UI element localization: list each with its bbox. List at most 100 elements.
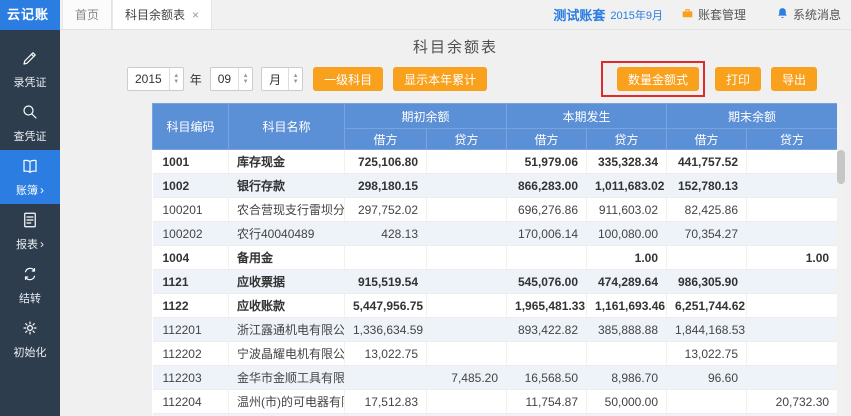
spinner-arrows-icon[interactable]: ▲▼ — [169, 68, 183, 90]
account-code-cell: 112203 — [153, 366, 229, 390]
table-row[interactable]: 1121应收票据915,519.54545,076.00474,289.6498… — [153, 270, 838, 294]
amount-cell: 1,011,683.02 — [587, 174, 667, 198]
sidebar-item-voucher-entry[interactable]: 录凭证 — [0, 42, 60, 96]
amount-cell: 51,979.06 — [507, 150, 587, 174]
show-ytd-button[interactable]: 显示本年累计 — [393, 67, 487, 91]
table-row[interactable]: 112202宁波晶耀电机有限公司13,022.7513,022.75 — [153, 342, 838, 366]
annotation-highlight-box: 数量金额式 — [601, 61, 705, 97]
amount-cell: 725,106.80 — [345, 150, 427, 174]
table-row[interactable]: 112203金华市金顺工具有限公司7,485.2016,568.508,986.… — [153, 366, 838, 390]
account-set-name[interactable]: 测试账套 — [553, 5, 605, 24]
amount-cell: 7,485.20 — [427, 366, 507, 390]
account-code-cell: 112204 — [153, 390, 229, 414]
col-header-current: 本期发生 — [507, 104, 667, 129]
spinner-arrows-icon[interactable]: ▲▼ — [288, 68, 302, 90]
tab-label: 科目余额表 — [125, 6, 185, 23]
account-code-cell: 112201 — [153, 318, 229, 342]
amount-cell — [747, 318, 838, 342]
sidebar-item-carryover[interactable]: 结转 — [0, 258, 60, 312]
table-row[interactable]: 112201浙江露通机电有限公司1,336,634.59893,422.8238… — [153, 318, 838, 342]
col-header-debit: 借方 — [507, 129, 587, 150]
sidebar-item-voucher-search[interactable]: 查凭证 — [0, 96, 60, 150]
sidebar-item-label: 查凭证 — [14, 128, 47, 144]
amount-cell: 474,289.64 — [587, 270, 667, 294]
amount-cell — [747, 366, 838, 390]
col-header-debit: 借方 — [667, 129, 747, 150]
amount-cell: 696,276.86 — [507, 198, 587, 222]
close-icon[interactable]: × — [192, 8, 199, 22]
col-header-credit: 贷方 — [587, 129, 667, 150]
table-row[interactable]: 1004备用金1.001.00 — [153, 246, 838, 270]
col-header-credit: 贷方 — [427, 129, 507, 150]
amount-cell — [747, 198, 838, 222]
toolbar: 2015 ▲▼ 年 09 ▲▼ 月 ▲▼ 一级科目 显示本年累计 数量金额式 — [127, 61, 817, 97]
amount-cell: 100,080.00 — [587, 222, 667, 246]
year-label: 年 — [190, 71, 202, 88]
month-spinner[interactable]: 09 ▲▼ — [210, 67, 253, 91]
table-row[interactable]: 100202农行40040489428.13170,006.14100,080.… — [153, 222, 838, 246]
report-icon — [21, 211, 39, 232]
amount-cell: 70,354.27 — [667, 222, 747, 246]
account-name-cell: 宁波晶耀电机有限公司 — [229, 342, 345, 366]
col-header-closing: 期末余额 — [667, 104, 838, 129]
amount-cell — [747, 342, 838, 366]
table-scrollbar[interactable] — [837, 103, 845, 416]
amount-cell: 385,888.88 — [587, 318, 667, 342]
account-name-cell: 浙江露通机电有限公司 — [229, 318, 345, 342]
scrollbar-thumb[interactable] — [837, 150, 845, 184]
sidebar-item-ledger[interactable]: 账簿› — [0, 150, 60, 204]
amount-cell — [345, 246, 427, 270]
sidebar-item-label: 报表 — [16, 236, 38, 252]
topbar-right: 测试账套 2015年9月 账套管理 系统消息 — [553, 0, 851, 29]
export-button[interactable]: 导出 — [771, 67, 817, 91]
table-row[interactable]: 100201农合营现支行雷坝分理处297,752.02696,276.86911… — [153, 198, 838, 222]
balance-table: 科目编码 科目名称 期初余额 本期发生 期末余额 借方 贷方 借方 贷方 借方 — [152, 103, 845, 416]
amount-cell: 1.00 — [587, 246, 667, 270]
account-code-cell: 1004 — [153, 246, 229, 270]
table-row[interactable]: 1002银行存款298,180.15866,283.001,011,683.02… — [153, 174, 838, 198]
spinner-arrows-icon[interactable]: ▲▼ — [238, 68, 252, 90]
account-manage-label: 账套管理 — [698, 6, 746, 23]
system-message-link[interactable]: 系统消息 — [776, 6, 841, 23]
briefcase-icon — [681, 7, 694, 23]
qty-amount-format-button[interactable]: 数量金额式 — [617, 67, 699, 91]
tab-subject-balance[interactable]: 科目余额表 × — [112, 0, 212, 29]
table-row[interactable]: 112204温州(市)的可电器有限公司17,512.8311,754.8750,… — [153, 390, 838, 414]
amount-cell — [747, 174, 838, 198]
chevron-right-icon: › — [40, 184, 44, 196]
amount-cell: 911,603.02 — [587, 198, 667, 222]
topbar: 首页 科目余额表 × 测试账套 2015年9月 账套管理 — [60, 0, 851, 30]
amount-cell: 11,754.87 — [507, 390, 587, 414]
amount-cell: 20,732.30 — [747, 390, 838, 414]
amount-cell: 1.00 — [747, 246, 838, 270]
app-window: 云记账 录凭证 查凭证 账簿› — [0, 0, 851, 416]
level-filter-button[interactable]: 一级科目 — [313, 67, 383, 91]
table-row[interactable]: 1001库存现金725,106.8051,979.06335,328.34441… — [153, 150, 838, 174]
amount-cell — [427, 222, 507, 246]
year-value: 2015 — [128, 68, 169, 90]
amount-cell — [507, 342, 587, 366]
amount-cell: 13,022.75 — [667, 342, 747, 366]
amount-cell: 16,568.50 — [507, 366, 587, 390]
amount-cell: 893,422.82 — [507, 318, 587, 342]
print-button[interactable]: 打印 — [715, 67, 761, 91]
amount-cell: 1,844,168.53 — [667, 318, 747, 342]
col-header-debit: 借方 — [345, 129, 427, 150]
account-code-cell: 112202 — [153, 342, 229, 366]
amount-cell — [427, 390, 507, 414]
account-manage-link[interactable]: 账套管理 — [681, 6, 746, 23]
amount-cell: 13,022.75 — [345, 342, 427, 366]
sidebar-item-initialize[interactable]: 初始化 — [0, 312, 60, 366]
year-spinner[interactable]: 2015 ▲▼ — [127, 67, 184, 91]
main-content: 科目余额表 2015 ▲▼ 年 09 ▲▼ 月 ▲▼ 一级科目 显示本年累计 — [60, 30, 851, 416]
current-period: 2015年9月 — [610, 7, 663, 23]
account-name-cell: 银行存款 — [229, 174, 345, 198]
amount-cell — [427, 318, 507, 342]
tab-home[interactable]: 首页 — [62, 0, 112, 29]
account-code-cell: 100201 — [153, 198, 229, 222]
amount-cell — [427, 294, 507, 318]
amount-cell — [427, 198, 507, 222]
table-row[interactable]: 1122应收账款5,447,956.751,965,481.331,161,69… — [153, 294, 838, 318]
period-unit-select[interactable]: 月 ▲▼ — [261, 67, 303, 91]
sidebar-item-reports[interactable]: 报表› — [0, 204, 60, 258]
